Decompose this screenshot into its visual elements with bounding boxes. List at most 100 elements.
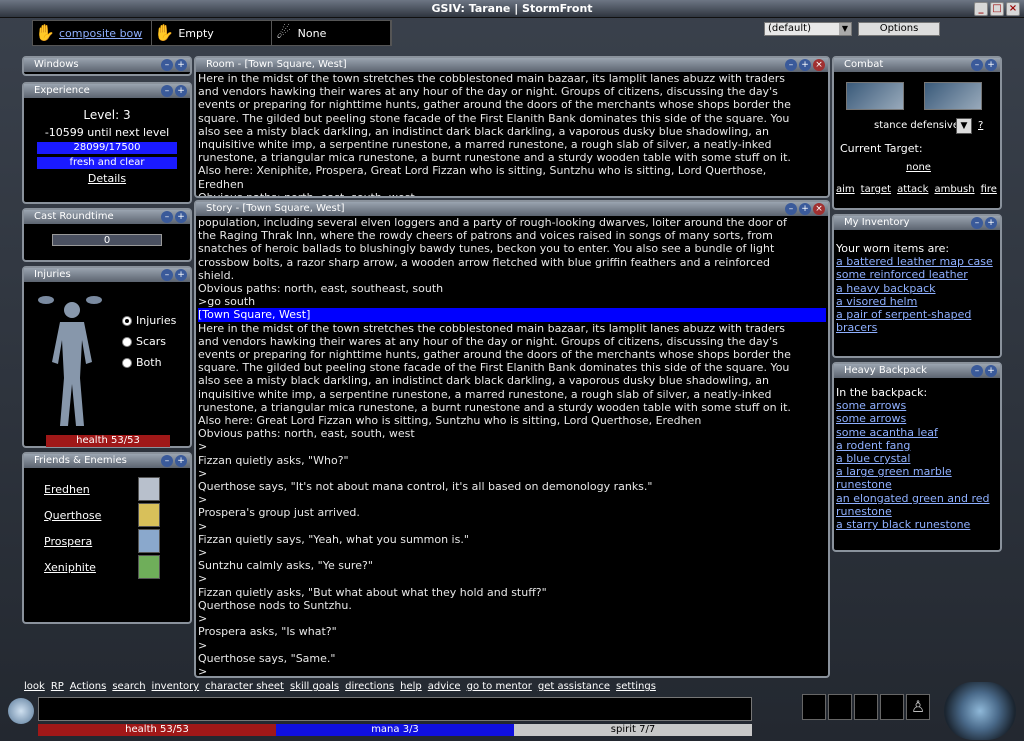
left-hand[interactable]: ✋ Empty <box>152 21 272 45</box>
scars-radio[interactable]: Scars <box>122 335 176 348</box>
radio-label: Both <box>136 356 162 369</box>
spell-hand[interactable]: ☄ None <box>272 21 391 45</box>
command-link[interactable]: advice <box>428 681 461 692</box>
command-link[interactable]: go to mentor <box>467 681 532 692</box>
max-icon[interactable]: + <box>175 85 187 97</box>
friend-row[interactable]: Querthose <box>24 502 190 528</box>
min-icon[interactable]: – <box>785 203 797 215</box>
target-value[interactable]: none <box>906 162 931 173</box>
backpack-intro: In the backpack: <box>836 386 928 399</box>
help-link[interactable]: ? <box>978 120 983 131</box>
friend-name[interactable]: Xeniphite <box>44 561 96 574</box>
max-icon[interactable]: + <box>985 59 997 71</box>
command-link[interactable]: search <box>112 681 145 692</box>
orb-icon[interactable] <box>8 698 34 724</box>
text-line: Eredhen <box>198 177 244 191</box>
max-icon[interactable]: + <box>175 455 187 467</box>
min-icon[interactable]: – <box>971 365 983 377</box>
close-button[interactable]: × <box>1006 2 1020 16</box>
layout-select[interactable]: (default) ▼ <box>764 22 852 36</box>
min-icon[interactable]: – <box>971 59 983 71</box>
target-action[interactable]: target <box>861 184 891 195</box>
min-icon[interactable]: – <box>785 59 797 71</box>
command-link[interactable]: Actions <box>70 681 107 692</box>
min-icon[interactable]: – <box>161 211 173 223</box>
inventory-item[interactable]: a battered leather map case <box>836 255 998 268</box>
stance-dropdown[interactable]: ▼ <box>956 118 972 134</box>
min-icon[interactable]: – <box>161 85 173 97</box>
min-icon[interactable]: – <box>161 59 173 71</box>
command-link[interactable]: character sheet <box>205 681 284 692</box>
level-text: Level: 3 <box>83 108 131 122</box>
command-link[interactable]: settings <box>616 681 656 692</box>
command-link[interactable]: inventory <box>152 681 200 692</box>
text-line: Obvious paths: north, east, southeast, s… <box>198 282 444 296</box>
inventory-item[interactable]: some reinforced leather <box>836 268 998 281</box>
close-icon[interactable]: × <box>813 59 825 71</box>
body-figure-icon[interactable] <box>32 288 122 428</box>
text-line: > <box>198 519 208 533</box>
friend-row[interactable]: Eredhen <box>24 476 190 502</box>
text-line: > <box>198 440 208 454</box>
friend-name[interactable]: Prospera <box>44 535 92 548</box>
spirit-status: spirit 7/7 <box>514 724 752 736</box>
maximize-button[interactable]: □ <box>990 2 1004 16</box>
friend-name[interactable]: Querthose <box>44 509 101 522</box>
options-button[interactable]: Options <box>858 22 940 36</box>
mind-bar: fresh and clear <box>37 157 177 169</box>
max-icon[interactable]: + <box>799 203 811 215</box>
backpack-item[interactable]: some acantha leaf <box>836 426 998 439</box>
details-link[interactable]: Details <box>30 172 184 185</box>
max-icon[interactable]: + <box>799 59 811 71</box>
command-input[interactable] <box>38 697 752 721</box>
friend-name[interactable]: Eredhen <box>44 483 90 496</box>
injuries-radio[interactable]: Injuries <box>122 314 176 327</box>
backpack-item[interactable]: a starry black runestone <box>836 518 998 531</box>
max-icon[interactable]: + <box>985 365 997 377</box>
command-link[interactable]: directions <box>345 681 394 692</box>
min-icon[interactable]: – <box>161 269 173 281</box>
backpack-item[interactable]: some arrows <box>836 412 998 425</box>
backpack-item[interactable]: a rodent fang <box>836 439 998 452</box>
max-icon[interactable]: + <box>175 59 187 71</box>
chevron-down-icon[interactable]: ▼ <box>839 23 851 35</box>
inventory-intro: Your worn items are: <box>836 242 950 255</box>
backpack-item[interactable]: a blue crystal <box>836 452 998 465</box>
right-hand-item[interactable]: composite bow <box>59 27 142 40</box>
command-link[interactable]: look <box>24 681 45 692</box>
backpack-item[interactable]: some arrows <box>836 399 998 412</box>
friend-row[interactable]: Prospera <box>24 528 190 554</box>
inventory-item[interactable]: a visored helm <box>836 295 998 308</box>
min-icon[interactable]: – <box>161 455 173 467</box>
minimize-button[interactable]: _ <box>974 2 988 16</box>
ambush-action[interactable]: ambush <box>934 184 974 195</box>
inventory-item[interactable]: a heavy backpack <box>836 282 998 295</box>
text-line: Querthose nods to Suntzhu. <box>198 598 352 612</box>
command-link[interactable]: get assistance <box>538 681 610 692</box>
attack-action[interactable]: attack <box>897 184 928 195</box>
command-link[interactable]: skill goals <box>290 681 339 692</box>
both-radio[interactable]: Both <box>122 356 176 369</box>
max-icon[interactable]: + <box>175 269 187 281</box>
min-icon[interactable]: – <box>971 217 983 229</box>
max-icon[interactable]: + <box>985 217 997 229</box>
backpack-item[interactable]: an elongated green and red runestone <box>836 492 998 518</box>
close-icon[interactable]: × <box>813 203 825 215</box>
panel-title: My Inventory <box>844 217 910 228</box>
text-line: > <box>198 546 208 560</box>
fire-action[interactable]: fire <box>981 184 997 195</box>
friend-row[interactable]: Xeniphite <box>24 554 190 580</box>
inventory-item[interactable]: a pair of serpent-shaped bracers <box>836 308 998 334</box>
panel-header: Story - [Town Square, West] – + × <box>196 202 828 216</box>
aim-action[interactable]: aim <box>836 184 855 195</box>
command-link[interactable]: RP <box>51 681 64 692</box>
backpack-item[interactable]: a large green marble runestone <box>836 465 998 491</box>
avatar <box>138 529 160 553</box>
compass-icon[interactable] <box>944 682 1016 740</box>
right-hand[interactable]: ✋ composite bow <box>33 21 153 45</box>
sword-icon[interactable] <box>846 82 904 110</box>
max-icon[interactable]: + <box>175 211 187 223</box>
command-link[interactable]: help <box>400 681 422 692</box>
target-icon[interactable] <box>924 82 982 110</box>
roundtime-bar: 0 <box>52 234 162 246</box>
